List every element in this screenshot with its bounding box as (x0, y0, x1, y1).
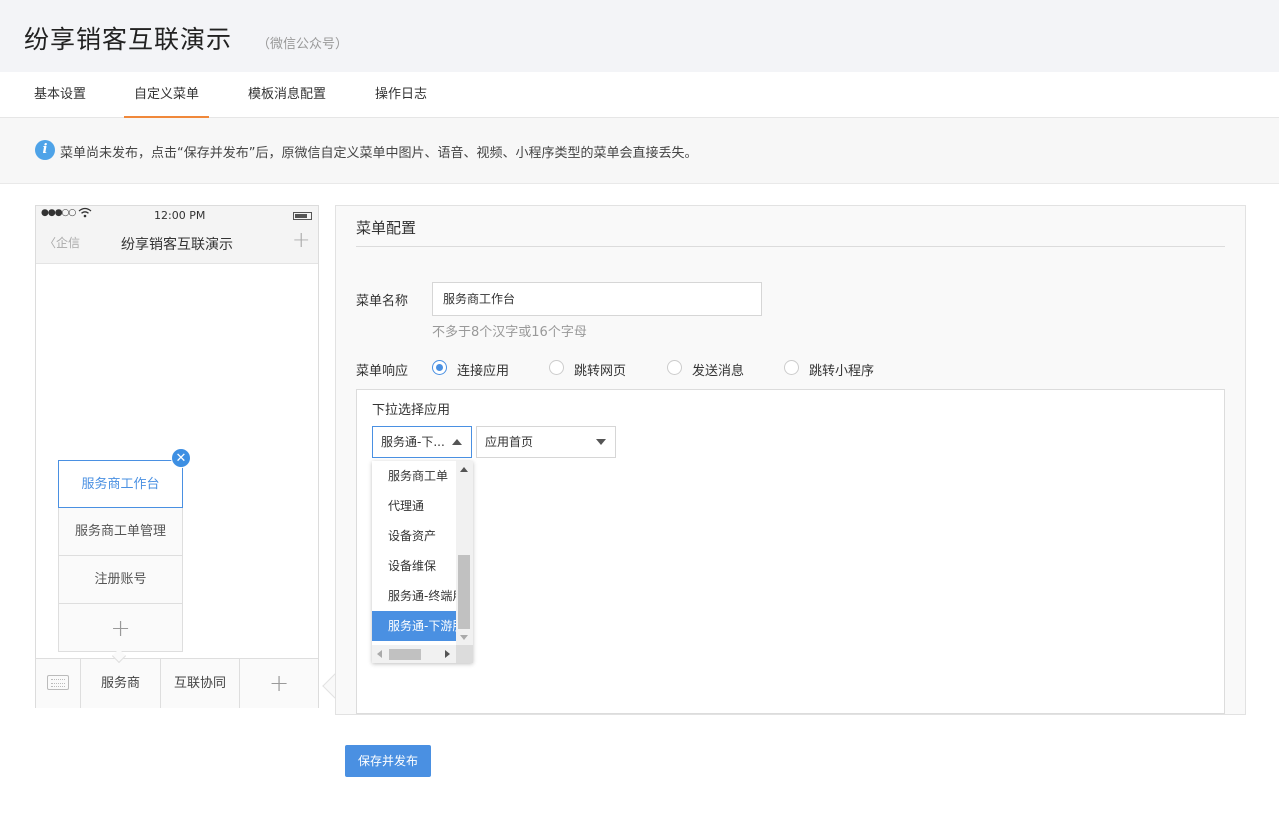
page-subtitle: （微信公众号） (257, 37, 349, 52)
notice-text: 菜单尚未发布，点击“保存并发布”后，原微信自定义菜单中图片、语音、视频、小程序类… (60, 146, 698, 161)
page-select[interactable]: 应用首页 (476, 426, 616, 458)
scroll-up-icon[interactable] (460, 467, 468, 472)
plus-icon: + (292, 228, 311, 253)
submenu-item-register-account[interactable]: 注册账号 (58, 556, 183, 604)
save-and-publish-button[interactable]: 保存并发布 (345, 745, 431, 777)
vertical-scrollbar-thumb[interactable] (458, 555, 470, 629)
phone-menu-bar: 服务商 互联协同 + (36, 658, 318, 708)
tab-template-message[interactable]: 模板消息配置 (248, 72, 326, 118)
notice-bar: i 菜单尚未发布，点击“保存并发布”后，原微信自定义菜单中图片、语音、视频、小程… (0, 118, 1279, 184)
signal-icon: ●●●○○ (41, 208, 76, 218)
scroll-right-icon[interactable] (445, 650, 450, 658)
back-button: 〈企信 (44, 234, 80, 251)
scroll-down-icon[interactable] (460, 635, 468, 640)
page-title: 纷享销客互联演示 (24, 25, 233, 54)
dropdown-option[interactable]: 代理通 (372, 491, 456, 521)
dropdown-option[interactable]: 服务通-终端用户 (372, 581, 456, 611)
radio-dot[interactable] (667, 360, 682, 375)
page-select-value: 应用首页 (485, 435, 534, 449)
keyboard-toggle[interactable] (36, 659, 81, 708)
menu-name-input[interactable]: 服务商工作台 (432, 282, 762, 316)
horizontal-scrollbar-thumb[interactable] (389, 649, 421, 660)
app-select-value: 服务通-下... (381, 435, 445, 449)
dropdown-option[interactable]: 设备资产 (372, 521, 456, 551)
battery-icon (293, 212, 312, 220)
caret-down-icon (596, 439, 606, 445)
phone-nav-title: 纷享销客互联演示 (121, 237, 233, 253)
tab-custom-menu[interactable]: 自定义菜单 (124, 72, 210, 118)
submenu-item-workbench[interactable]: 服务商工作台 (58, 460, 183, 508)
caret-up-icon (452, 439, 462, 445)
radio-label: 发送消息 (692, 364, 745, 379)
status-time: 12:00 PM (154, 209, 206, 222)
menu-name-label: 菜单名称 (356, 294, 409, 309)
radio-label: 连接应用 (457, 364, 510, 379)
close-icon[interactable]: ✕ (171, 448, 191, 468)
radio-dot[interactable] (784, 360, 799, 375)
scroll-left-icon[interactable] (377, 650, 382, 658)
phone-status-bar: ●●●○○ 12:00 PM (36, 206, 318, 224)
submenu-item-ticket-management[interactable]: 服务商工单管理 (58, 508, 183, 556)
keyboard-icon (47, 675, 69, 690)
app-dropdown-list: 服务商工单 代理通 设备资产 设备维保 服务通-终端用户 服务通-下游服务商 (372, 461, 473, 663)
menu-response-label: 菜单响应 (356, 364, 409, 379)
phone-nav-bar: 〈企信 纷享销客互联演示 + (36, 224, 318, 264)
info-icon: i (35, 140, 55, 160)
divider (356, 246, 1225, 247)
radio-label: 跳转小程序 (809, 364, 875, 379)
menu-name-hint: 不多于8个汉字或16个字母 (432, 325, 587, 340)
app-select-title: 下拉选择应用 (372, 403, 451, 418)
dropdown-option-selected[interactable]: 服务通-下游服务商 (372, 611, 456, 641)
wifi-icon (78, 207, 92, 221)
tab-basic-settings[interactable]: 基本设置 (34, 72, 86, 118)
tab-operation-log[interactable]: 操作日志 (375, 72, 427, 118)
radio-dot[interactable] (432, 360, 447, 375)
back-label: 企信 (56, 236, 81, 250)
tab-bar: 基本设置 自定义菜单 模板消息配置 操作日志 (0, 72, 1279, 118)
add-menu-button[interactable]: + (240, 659, 318, 708)
scrollbar-corner (456, 645, 473, 663)
menu-item-interconnect[interactable]: 互联协同 (161, 659, 240, 708)
menu-item-service-provider[interactable]: 服务商 (81, 659, 161, 708)
radio-dot[interactable] (549, 360, 564, 375)
panel-title: 菜单配置 (356, 219, 417, 237)
chevron-left-icon: 〈 (44, 236, 57, 250)
submenu-popup: 服务商工作台 服务商工单管理 注册账号 + ✕ (58, 448, 191, 664)
app-select-panel: 下拉选择应用 服务通-下... 应用首页 (356, 389, 1225, 714)
page-header: 纷享销客互联演示 （微信公众号） (0, 0, 1279, 72)
dropdown-option[interactable]: 服务商工单 (372, 461, 456, 491)
radio-label: 跳转网页 (574, 364, 627, 379)
add-submenu-button[interactable]: + (58, 604, 183, 652)
app-select[interactable]: 服务通-下... (372, 426, 472, 458)
dropdown-option[interactable]: 设备维保 (372, 551, 456, 581)
